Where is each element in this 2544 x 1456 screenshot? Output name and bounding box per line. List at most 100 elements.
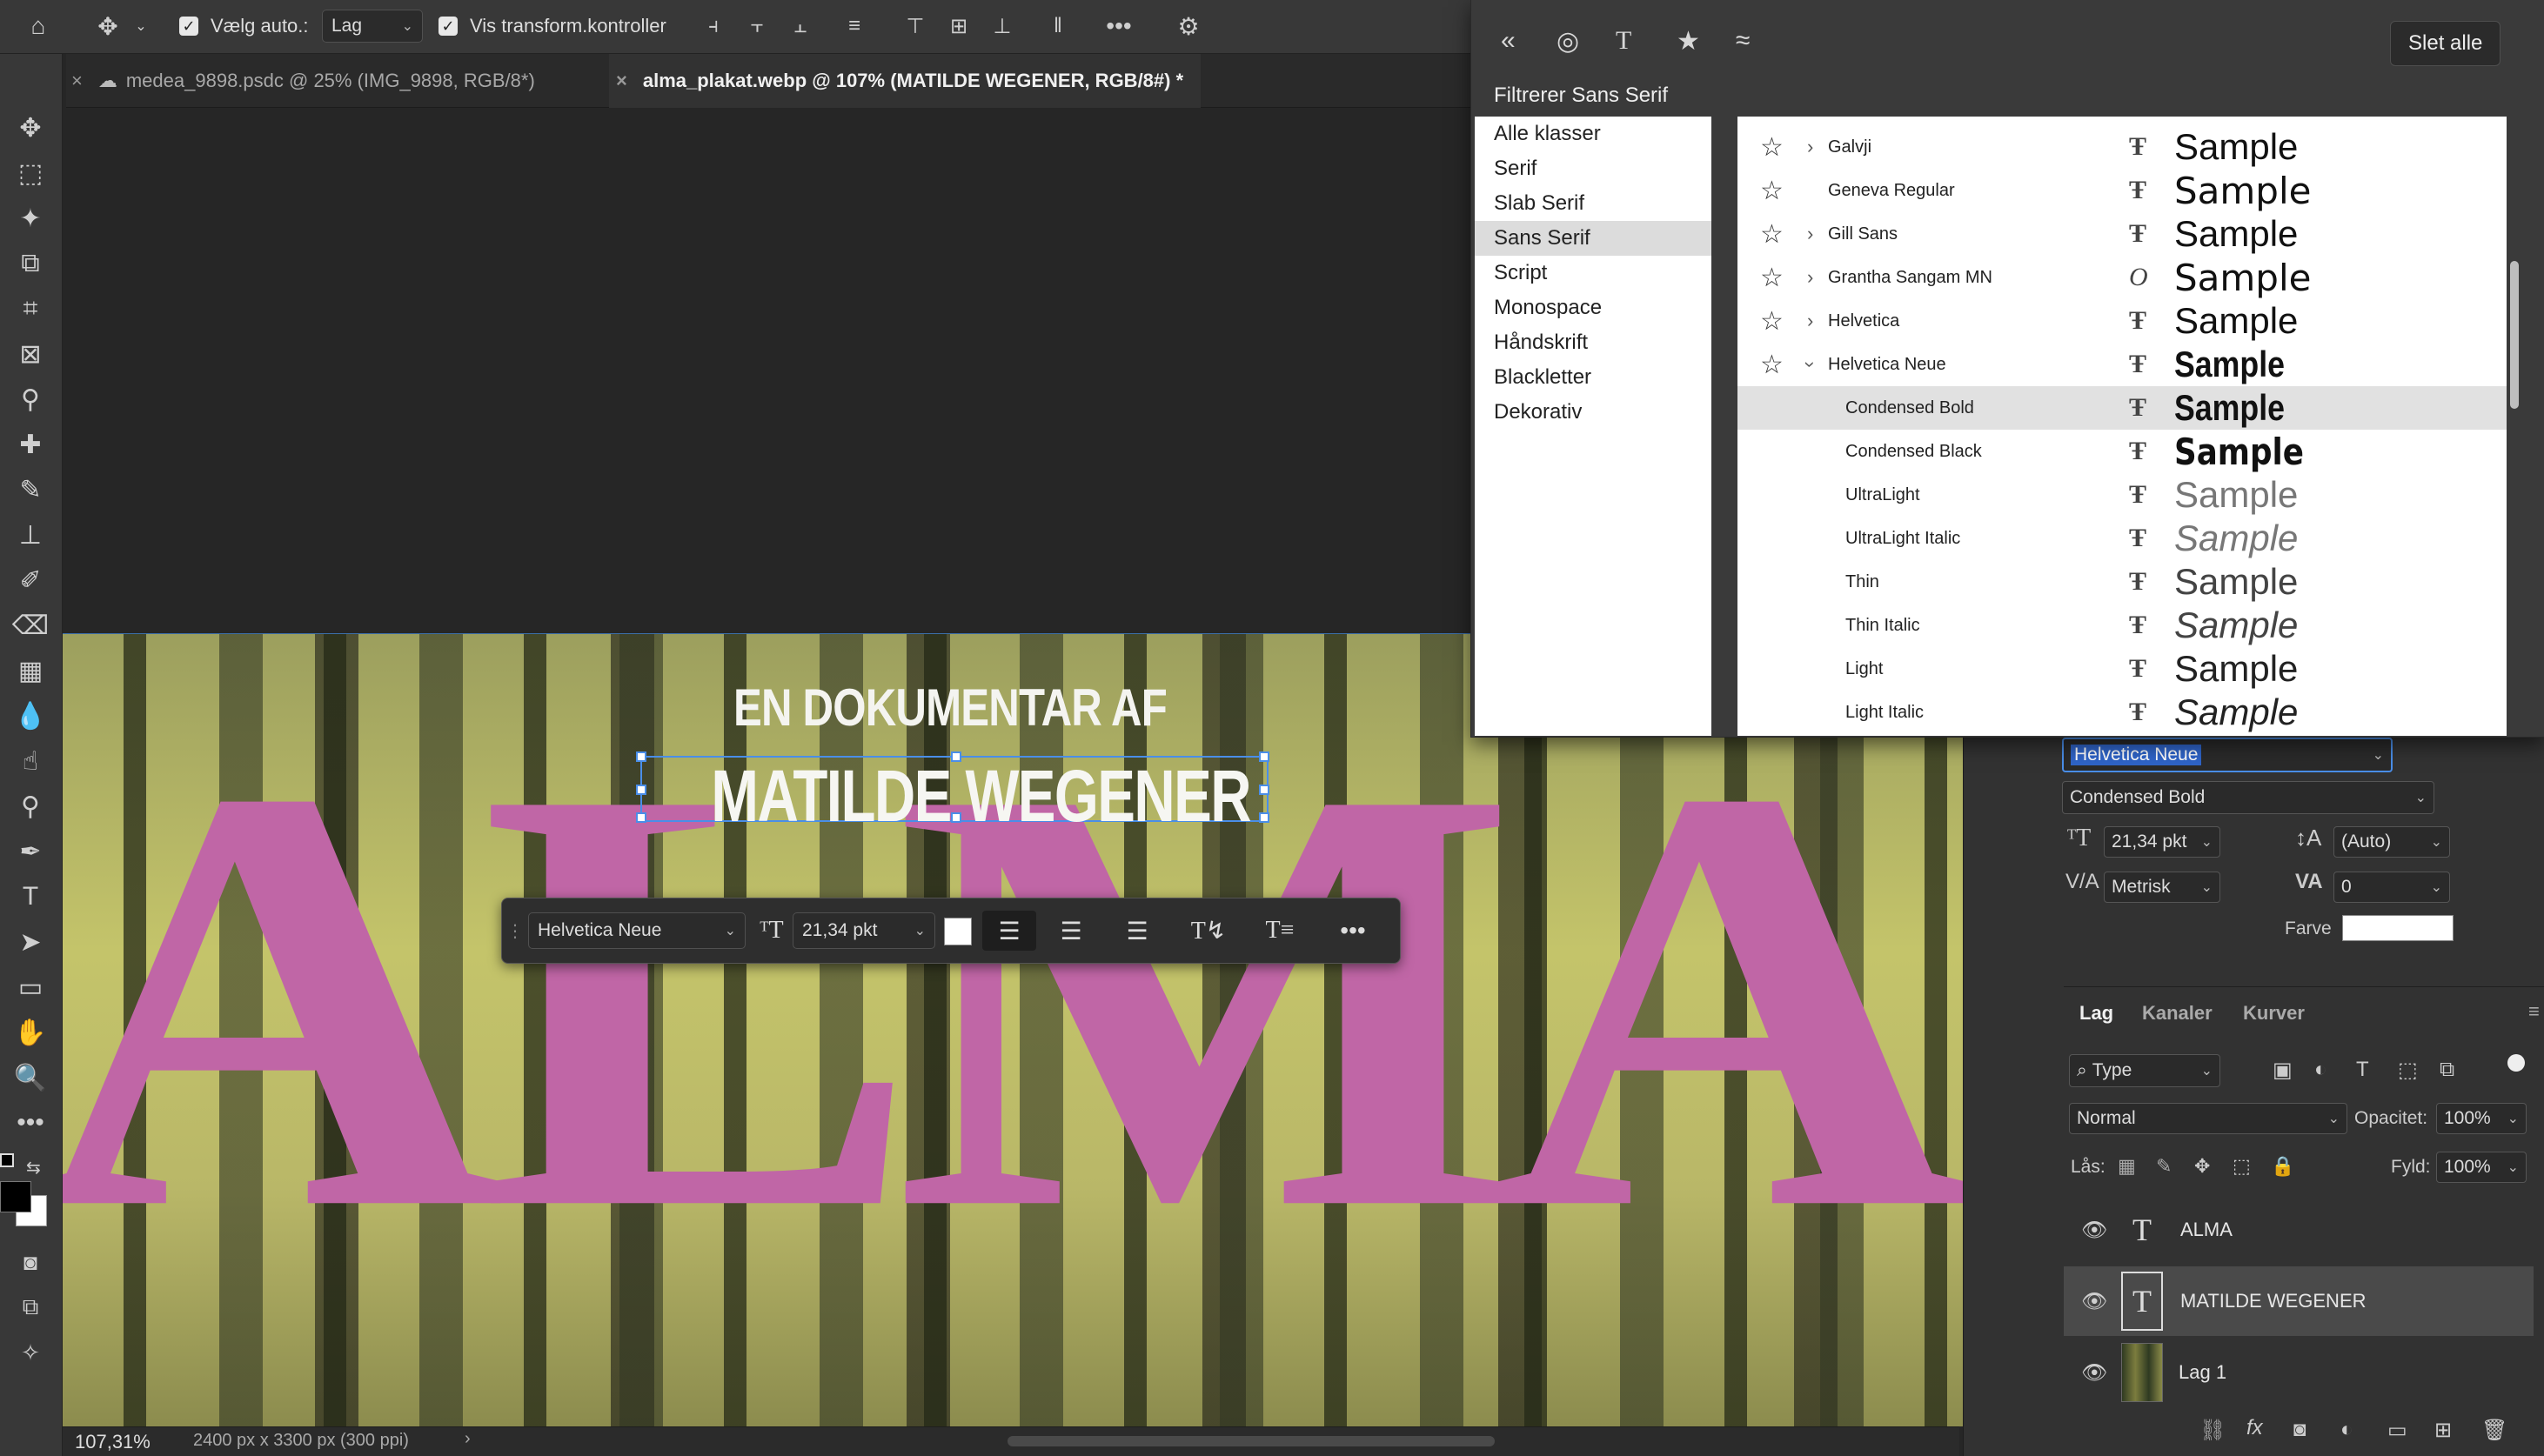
align-right-icon[interactable]: ☰ [1113, 911, 1162, 951]
more-options-icon[interactable]: ••• [1101, 9, 1136, 43]
hand-tool-icon[interactable]: ✋ [7, 1012, 54, 1052]
layer-filter-dropdown[interactable]: ⌕ Type ⌄ [2069, 1054, 2220, 1087]
class-item-monospace[interactable]: Monospace [1475, 291, 1711, 325]
visibility-eye-icon[interactable]: 👁 [2081, 1218, 2107, 1243]
transform-handle[interactable] [951, 812, 961, 823]
align-center-icon[interactable]: ☰ [1047, 911, 1095, 951]
star-icon[interactable]: ☆ [1760, 350, 1784, 380]
eraser-tool-icon[interactable]: ⌫ [7, 605, 54, 645]
pen-tool-icon[interactable]: ✒ [7, 832, 54, 872]
chevron-right-icon[interactable]: › [1807, 136, 1813, 158]
close-icon[interactable]: × [616, 70, 627, 92]
filter-shape-icon[interactable]: ⬚ [2398, 1058, 2418, 1083]
font-row-grantha[interactable]: ☆ › Grantha Sangam MN O Sample [1737, 256, 2507, 299]
align-left-edges-icon[interactable]: ⫞ [696, 9, 731, 43]
font-row-thin-italic[interactable]: Thin Italic Ŧ Sample [1737, 604, 2507, 647]
generative-icon[interactable]: ✧ [7, 1332, 54, 1373]
quick-mask-icon[interactable]: ◙ [7, 1242, 54, 1282]
chevron-down-icon[interactable]: ⌄ [131, 9, 151, 43]
font-row-helvetica-neue[interactable]: ☆ › Helvetica Neue Ŧ Sample [1737, 343, 2507, 386]
show-transform-checkbox[interactable]: ✓ [439, 17, 458, 36]
link-layers-icon[interactable]: ⛓ [2199, 1418, 2226, 1443]
document-tab-alma[interactable]: × alma_plakat.webp @ 107% (MATILDE WEGEN… [609, 54, 1202, 108]
class-item-handwriting[interactable]: Håndskrift [1475, 325, 1711, 360]
add-mask-icon[interactable]: ◙ [2293, 1418, 2306, 1442]
layer-row-matilde-wegener[interactable]: 👁 T MATILDE WEGENER [2064, 1266, 2534, 1336]
text-options-icon[interactable]: T≡ [1255, 911, 1304, 951]
transform-handle[interactable] [636, 785, 646, 795]
default-colors-icon[interactable] [0, 1153, 14, 1167]
align-bottom-edges-icon[interactable]: ⊥ [985, 9, 1020, 43]
layer-style-icon[interactable]: fx [2246, 1416, 2263, 1440]
text-color-swatch[interactable] [944, 918, 972, 945]
tab-channels[interactable]: Kanaler [2142, 1002, 2213, 1025]
class-item-decorative[interactable]: Dekorativ [1475, 395, 1711, 430]
star-icon[interactable]: ☆ [1760, 176, 1784, 206]
font-class-filter-icon[interactable]: T [1616, 26, 1631, 56]
history-brush-tool-icon[interactable]: ✐ [7, 560, 54, 600]
filter-type-icon[interactable]: T [2356, 1058, 2369, 1082]
tracking-field[interactable]: 0 ⌄ [2333, 872, 2450, 903]
layer-row-alma[interactable]: 👁 T ALMA [2064, 1195, 2534, 1265]
foreground-color-swatch[interactable] [0, 1181, 31, 1212]
align-top-edges-icon[interactable]: ⊤ [898, 9, 933, 43]
distribute-icon[interactable]: ≡ [837, 9, 872, 43]
transform-handle[interactable] [636, 812, 646, 823]
more-tools-icon[interactable]: ••• [7, 1103, 54, 1143]
align-right-edges-icon[interactable]: ⫠ [783, 9, 818, 43]
transform-handle[interactable] [1259, 812, 1269, 823]
blend-mode-dropdown[interactable]: Normal ⌄ [2069, 1103, 2347, 1134]
font-style-dropdown[interactable]: Condensed Bold ⌄ [2062, 781, 2434, 814]
context-size-dropdown[interactable]: 21,34 pkt ⌄ [793, 912, 935, 949]
document-tab-medea[interactable]: × ☁ medea_9898.psdc @ 25% (IMG_9898, RGB… [66, 54, 604, 108]
transform-handle[interactable] [636, 751, 646, 762]
context-font-dropdown[interactable]: Helvetica Neue ⌄ [528, 912, 746, 949]
home-icon[interactable]: ⌂ [21, 9, 56, 43]
lock-position-icon[interactable]: ✥ [2194, 1155, 2210, 1178]
class-item-script[interactable]: Script [1475, 256, 1711, 291]
subtitle-text[interactable]: EN DOKUMENTAR AF [223, 678, 1678, 738]
class-item-serif[interactable]: Serif [1475, 151, 1711, 186]
text-bounding-box[interactable]: MATILDE WEGENER [636, 751, 1269, 837]
new-group-icon[interactable]: ▭ [2387, 1418, 2407, 1443]
chevron-right-icon[interactable]: › [1807, 223, 1813, 245]
star-icon[interactable]: ☆ [1760, 306, 1784, 337]
zoom-tool-icon[interactable]: 🔍 [7, 1058, 54, 1098]
new-layer-icon[interactable]: ⊞ [2434, 1418, 2452, 1443]
eyedropper-tool-icon[interactable]: ⚲ [7, 379, 54, 419]
visibility-eye-icon[interactable]: 👁 [2081, 1360, 2107, 1386]
chevron-down-icon[interactable]: › [1799, 361, 1822, 367]
chevron-right-icon[interactable]: › [1807, 266, 1813, 289]
horizontal-scrollbar[interactable] [1008, 1436, 1495, 1446]
leading-field[interactable]: (Auto) ⌄ [2333, 826, 2450, 858]
trash-icon[interactable]: 🗑 [2481, 1418, 2507, 1443]
star-icon[interactable]: ★ [1677, 26, 1700, 57]
layer-name[interactable]: ALMA [2180, 1219, 2233, 1241]
marquee-tool-icon[interactable]: ⬚ [7, 153, 54, 193]
align-left-icon[interactable]: ☰ [982, 911, 1036, 951]
visibility-eye-icon[interactable]: 👁 [2081, 1289, 2107, 1314]
font-family-dropdown[interactable]: Helvetica Neue ⌄ [2062, 738, 2393, 772]
class-item-blackletter[interactable]: Blackletter [1475, 360, 1711, 395]
layer-name[interactable]: Lag 1 [2179, 1361, 2226, 1384]
object-selection-tool-icon[interactable]: ✦ [7, 198, 54, 238]
swap-colors-icon[interactable]: ⇆ [26, 1157, 41, 1179]
more-options-icon[interactable]: ••• [1329, 911, 1377, 951]
transform-handle[interactable] [1259, 751, 1269, 762]
class-item-all[interactable]: Alle klasser [1475, 117, 1711, 151]
class-item-sans-serif[interactable]: Sans Serif [1475, 221, 1711, 256]
font-row-thin[interactable]: Thin Ŧ Sample [1737, 560, 2507, 604]
crop-tool-icon[interactable]: ⌗ [7, 289, 54, 329]
font-row-ultralight-italic[interactable]: UltraLight Italic Ŧ Sample [1737, 517, 2507, 560]
filter-toggle[interactable] [2507, 1054, 2525, 1072]
move-tool-icon[interactable]: ✥ [90, 9, 125, 43]
document-canvas[interactable]: ALMA EN DOKUMENTAR AF MATILDE WEGENER [63, 633, 1963, 1426]
align-vertical-centers-icon[interactable]: ⊞ [941, 9, 976, 43]
lock-transparency-icon[interactable]: ▦ [2118, 1155, 2136, 1178]
transform-handle[interactable] [951, 751, 961, 762]
adobe-fonts-icon[interactable]: ◎ [1557, 26, 1579, 57]
font-row-condensed-bold[interactable]: Condensed Bold Ŧ Sample [1737, 386, 2507, 430]
font-row-light[interactable]: Light Ŧ Sample [1737, 647, 2507, 691]
transform-handle[interactable] [1259, 785, 1269, 795]
font-size-field[interactable]: 21,34 pkt ⌄ [2104, 826, 2220, 858]
